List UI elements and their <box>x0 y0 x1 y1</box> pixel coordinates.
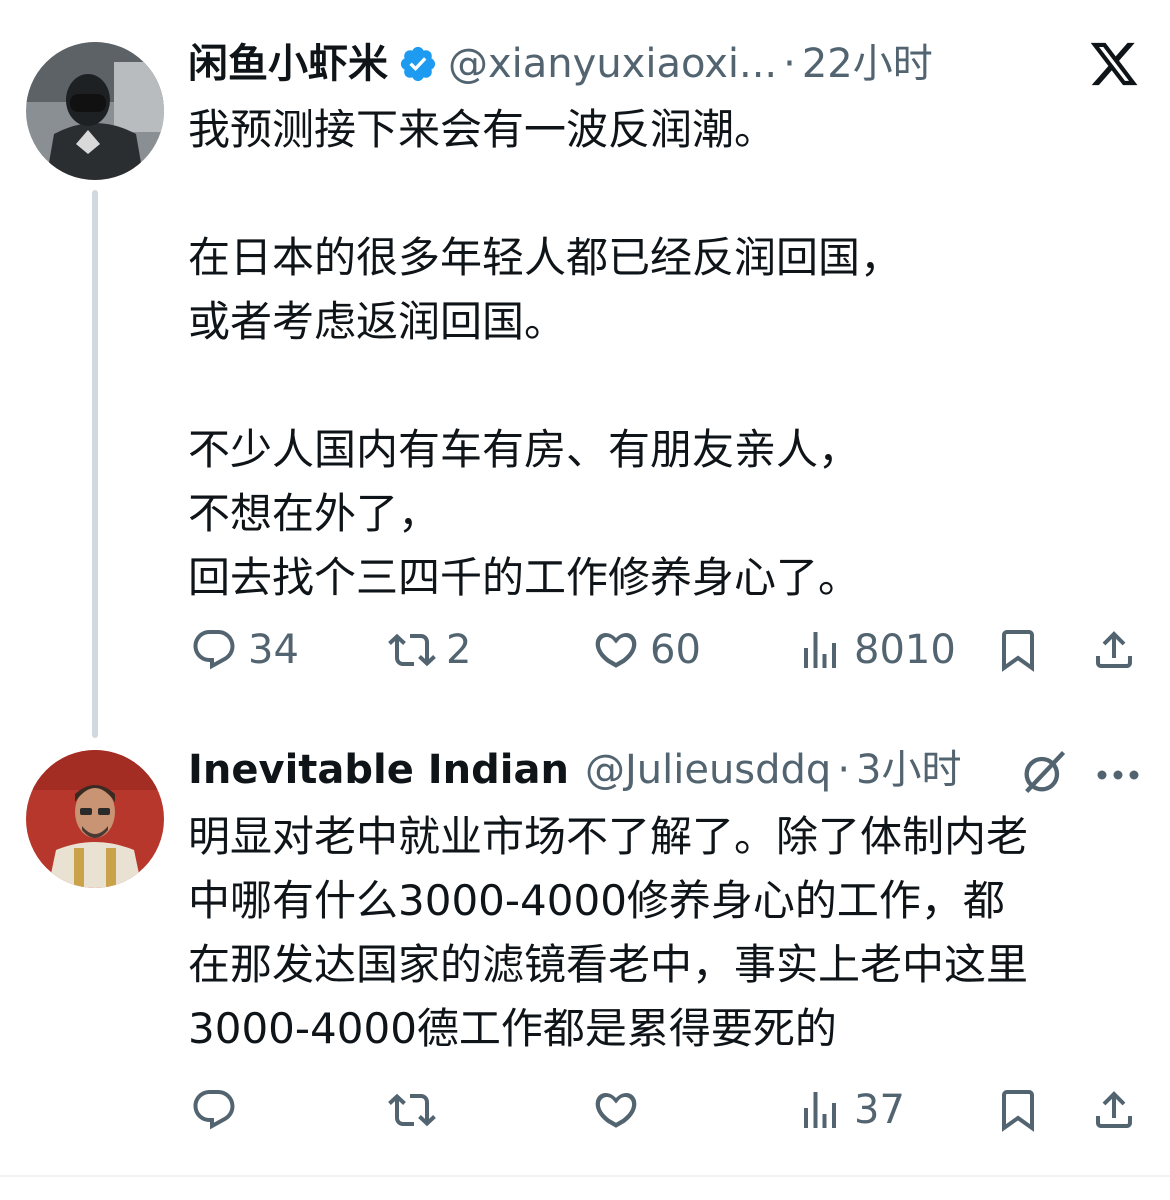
reply-button[interactable] <box>190 1086 238 1134</box>
views-bars-icon <box>796 626 844 674</box>
repost-button[interactable] <box>388 1086 436 1134</box>
views-count: 8010 <box>854 627 956 673</box>
display-name[interactable]: 闲鱼小虾米 <box>188 36 388 92</box>
share-upload-icon <box>1090 1086 1138 1134</box>
repost-arrows-icon <box>388 626 436 674</box>
tweet-text: 明显对老中就业市场不了解了。除了体制内老 中哪有什么3000-4000修养身心的… <box>188 812 1029 1053</box>
share-button[interactable] <box>1090 626 1138 674</box>
bookmark-icon <box>994 1086 1042 1134</box>
repost-arrows-icon <box>388 1086 436 1134</box>
views-count: 37 <box>854 1087 905 1133</box>
tweet2-header: Inevitable Indian @Julieusddq · 3小时 <box>188 742 962 798</box>
separator-dot: · <box>783 41 796 87</box>
heart-icon <box>592 1086 640 1134</box>
verified-badge-icon <box>398 44 438 84</box>
views-bars-icon <box>796 1086 844 1134</box>
separator-dot: · <box>837 747 851 793</box>
reply-button[interactable]: 34 <box>190 626 299 674</box>
like-button[interactable]: 60 <box>592 626 701 674</box>
heart-icon <box>592 626 640 674</box>
tweet1-header: 闲鱼小虾米 @xianyuxiaoxi... · 22小时 <box>188 36 933 92</box>
tweet2-action-bar: 37 <box>0 1078 1170 1142</box>
reply-bubble-icon <box>190 1086 238 1134</box>
bookmark-button[interactable] <box>994 1086 1042 1134</box>
more-dots-icon[interactable] <box>1096 766 1140 785</box>
avatar[interactable] <box>26 42 164 180</box>
bookmark-button[interactable] <box>994 626 1042 674</box>
x-logo-icon[interactable] <box>1088 38 1140 94</box>
repost-button[interactable]: 2 <box>388 626 471 674</box>
display-name[interactable]: Inevitable Indian <box>188 742 569 798</box>
share-upload-icon <box>1090 626 1138 674</box>
views-button[interactable]: 37 <box>796 1086 905 1134</box>
share-button[interactable] <box>1090 1086 1138 1134</box>
like-count: 60 <box>650 627 701 673</box>
divider <box>0 1175 1170 1177</box>
like-button[interactable] <box>592 1086 640 1134</box>
views-button[interactable]: 8010 <box>796 626 956 674</box>
bookmark-icon <box>994 626 1042 674</box>
reply-count: 34 <box>248 627 299 673</box>
tweet1-action-bar: 34 2 60 8010 <box>0 618 1170 682</box>
repost-count: 2 <box>446 627 472 673</box>
timestamp[interactable]: 22小时 <box>802 36 933 92</box>
tweet-text: 我预测接下来会有一波反润潮。 在日本的很多年轻人都已经反润回国， 或者考虑返润回… <box>188 105 903 602</box>
reply-bubble-icon <box>190 626 238 674</box>
timestamp[interactable]: 3小时 <box>856 742 961 798</box>
grok-slash-icon[interactable] <box>1018 746 1070 802</box>
handle[interactable]: @xianyuxiaoxi... <box>448 36 777 92</box>
avatar[interactable] <box>26 750 164 888</box>
handle[interactable]: @Julieusddq <box>585 742 831 798</box>
